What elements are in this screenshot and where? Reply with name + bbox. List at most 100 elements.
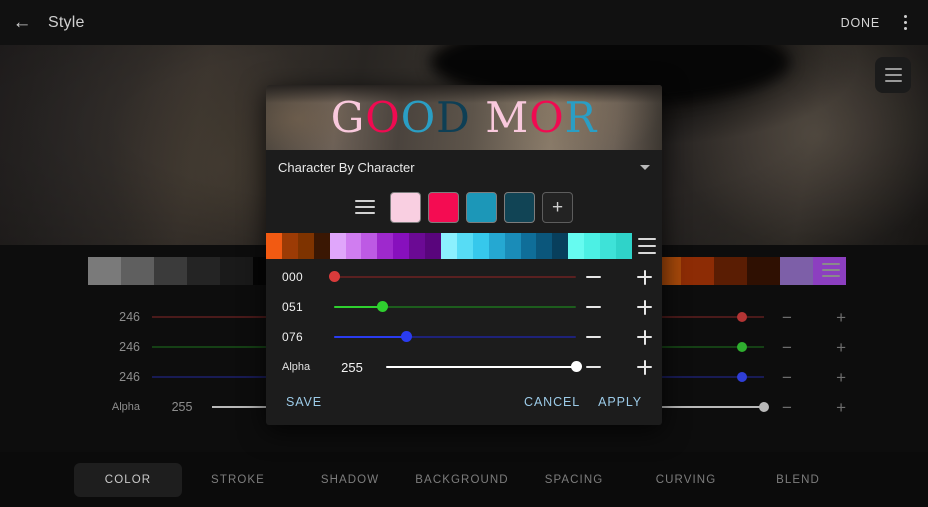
slider-label-blue: 076 <box>282 330 303 344</box>
decrement-button[interactable] <box>586 366 601 368</box>
decrement-button[interactable]: − <box>782 369 792 386</box>
tab-curving[interactable]: CURVING <box>630 463 742 497</box>
slider-row-red: 000 <box>266 262 662 292</box>
app-root: ← Style DONE 246− +246− +246− + Alpha 255− + C… <box>0 0 928 507</box>
gradient-swatch[interactable] <box>552 233 569 259</box>
gradient-swatch[interactable] <box>600 233 616 259</box>
gradient-swatch[interactable] <box>536 233 553 259</box>
gradient-swatch[interactable] <box>520 233 537 259</box>
slider-label-red: 000 <box>282 270 303 284</box>
tab-color[interactable]: COLOR <box>74 462 182 497</box>
background-stepper-alpha: − + <box>764 399 846 416</box>
gradient-swatch[interactable] <box>615 233 632 259</box>
chevron-down-icon[interactable] <box>640 164 650 170</box>
color-swatch[interactable] <box>504 191 535 223</box>
increment-button[interactable] <box>637 329 652 345</box>
increment-button[interactable]: + <box>836 399 846 416</box>
back-arrow-icon[interactable]: ← <box>0 0 44 45</box>
top-app-bar: ← Style DONE <box>0 0 928 45</box>
background-slider-label-alpha: Alpha <box>111 401 140 413</box>
gradient-swatch[interactable] <box>297 233 314 259</box>
stepper-green <box>586 299 652 315</box>
cancel-button[interactable]: CANCEL <box>524 395 580 409</box>
slider-track-alpha[interactable] <box>386 361 582 372</box>
slider-track-blue[interactable] <box>334 331 576 342</box>
slider-row-blue: 076 <box>266 322 662 352</box>
preview-letter: O <box>529 93 565 142</box>
increment-button[interactable]: + <box>836 309 846 326</box>
background-swatch[interactable] <box>153 257 187 285</box>
gradient-swatch[interactable] <box>313 233 330 259</box>
drag-handle-icon[interactable] <box>822 263 840 277</box>
background-slider-value-alpha: 255 <box>171 400 193 414</box>
gradient-swatch[interactable] <box>425 233 441 259</box>
top-bar-actions: DONE <box>831 6 928 40</box>
swatch-row: + <box>266 184 662 230</box>
background-swatch[interactable] <box>186 257 220 285</box>
color-swatch[interactable] <box>390 191 421 223</box>
gradient-swatch[interactable] <box>440 233 457 259</box>
background-swatch[interactable] <box>88 257 121 285</box>
background-swatch[interactable] <box>120 257 154 285</box>
increment-button[interactable] <box>637 299 652 315</box>
slider-track-green[interactable] <box>334 301 576 312</box>
increment-button[interactable]: + <box>836 369 846 386</box>
apply-button[interactable]: APPLY <box>598 395 642 409</box>
background-slider-label-green: 246 <box>119 340 140 354</box>
gradient-swatch[interactable] <box>584 233 601 259</box>
gradient-swatch[interactable] <box>409 233 426 259</box>
swatch-list <box>390 191 535 223</box>
decrement-button[interactable] <box>586 336 601 338</box>
background-swatch[interactable] <box>681 257 715 285</box>
bottom-tab-bar: COLOR STROKE SHADOW BACKGROUND SPACING CURVIN… <box>0 452 928 507</box>
background-slider-label-blue: 246 <box>119 370 140 384</box>
slider-label-green: 051 <box>282 300 303 314</box>
gradient-swatch[interactable] <box>456 233 473 259</box>
increment-button[interactable]: + <box>836 339 846 356</box>
background-swatch[interactable] <box>714 257 748 285</box>
stepper-blue <box>586 329 652 345</box>
gradient-swatch[interactable] <box>361 233 378 259</box>
mode-dropdown[interactable]: Character By Character <box>266 150 662 184</box>
gradient-swatch[interactable] <box>329 233 346 259</box>
stepper-red <box>586 269 652 285</box>
background-swatch[interactable] <box>219 257 253 285</box>
tab-shadow[interactable]: SHADOW <box>294 463 406 497</box>
decrement-button[interactable] <box>586 306 601 308</box>
add-swatch-button[interactable]: + <box>542 191 573 223</box>
slider-track-red[interactable] <box>329 271 576 282</box>
decrement-button[interactable]: − <box>782 339 792 356</box>
tab-stroke[interactable]: STROKE <box>182 463 294 497</box>
gradient-swatch[interactable] <box>488 233 505 259</box>
drag-handle-icon[interactable] <box>355 200 375 214</box>
gradient-swatch[interactable] <box>345 233 362 259</box>
kebab-menu-icon[interactable] <box>892 6 918 40</box>
tab-background[interactable]: BACKGROUND <box>406 463 518 497</box>
tab-spacing[interactable]: SPACING <box>518 463 630 497</box>
preview-letter: G <box>330 93 366 142</box>
color-swatch[interactable] <box>428 191 459 223</box>
background-swatch[interactable] <box>747 257 781 285</box>
gradient-swatch[interactable] <box>377 233 394 259</box>
done-button[interactable]: DONE <box>831 10 890 36</box>
gradient-swatch[interactable] <box>472 233 489 259</box>
gradient-swatch[interactable] <box>281 233 298 259</box>
save-button[interactable]: SAVE <box>286 395 322 409</box>
slider-value-alpha: 255 <box>341 359 363 375</box>
background-swatch[interactable] <box>780 257 813 285</box>
decrement-button[interactable]: − <box>782 399 792 416</box>
preview-letter: D <box>436 93 471 142</box>
gradient-swatch[interactable] <box>393 233 410 259</box>
hamburger-icon[interactable] <box>875 57 911 93</box>
gradient-swatch[interactable] <box>568 233 585 259</box>
decrement-button[interactable]: − <box>782 309 792 326</box>
increment-button[interactable] <box>637 269 652 285</box>
gradient-swatch[interactable] <box>266 233 282 259</box>
increment-button[interactable] <box>637 359 652 375</box>
tab-blend[interactable]: BLEND <box>742 463 854 497</box>
decrement-button[interactable] <box>586 276 601 278</box>
color-swatch[interactable] <box>466 191 497 223</box>
gradient-palette-strip[interactable] <box>266 233 632 259</box>
drag-handle-icon[interactable] <box>632 238 662 254</box>
gradient-swatch[interactable] <box>504 233 521 259</box>
